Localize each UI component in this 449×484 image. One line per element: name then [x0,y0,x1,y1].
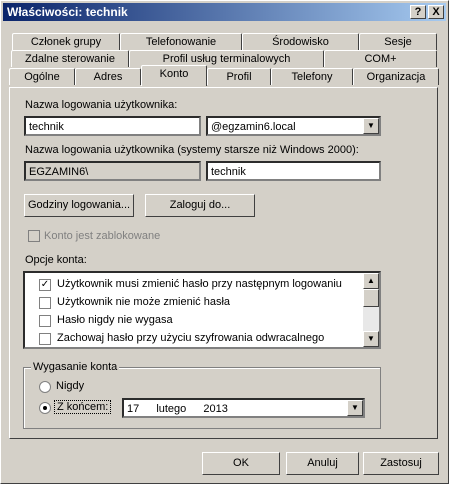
help-button[interactable]: ? [410,5,426,19]
logon-name-label: Nazwa logowania użytkownika: [25,99,178,111]
list-item: Zachowaj hasło przy użyciu szyfrowania o… [57,332,325,344]
options-scrollbar[interactable]: ▲ ▼ [363,273,379,347]
tab-address[interactable]: Adres [75,68,141,85]
option-checkbox-never-expires[interactable] [39,315,51,327]
legacy-domain-field: EGZAMIN6\ [24,161,201,181]
legacy-logon-field[interactable]: technik [206,161,381,181]
scroll-down-icon[interactable]: ▼ [363,331,379,347]
tab-organization[interactable]: Organizacja [353,68,439,85]
list-item: Użytkownik nie może zmienić hasła [57,296,231,308]
expiry-day: 17 [127,403,140,415]
locked-label: Konto jest zablokowane [44,230,161,242]
option-checkbox-must-change[interactable]: ✓ [39,279,51,291]
tab-profile[interactable]: Profil [207,68,271,85]
tab-member-of[interactable]: Członek grupy [12,33,120,50]
apply-button[interactable]: Zastosuj [363,452,439,475]
window-title: Właściwości: technik [7,5,128,19]
never-radio[interactable] [39,381,51,393]
tab-account[interactable]: Konto [141,65,207,86]
expiry-month: lutego [156,403,187,415]
expiry-year: 2013 [203,403,228,415]
tab-com[interactable]: COM+ [324,50,437,67]
properties-window: Właściwości: technik ? X Członek grupy T… [0,0,449,484]
list-item: Hasło nigdy nie wygasa [57,314,173,326]
tab-dial-in[interactable]: Telefonowanie [120,33,242,50]
tab-sessions[interactable]: Sesje [359,33,437,50]
end-of-label: Z końcem: [54,400,112,414]
upn-suffix-select[interactable]: @egzamin6.local ▼ [206,116,381,136]
expiry-date-picker[interactable]: 17 lutego 2013 ▼ [122,398,365,418]
title-bar[interactable]: Właściwości: technik ? X [3,3,446,21]
account-options-label: Opcje konta: [25,254,87,266]
list-item: Użytkownik musi zmienić hasło przy nastę… [57,278,342,290]
option-checkbox-cannot-change[interactable] [39,297,51,309]
calendar-dropdown-icon[interactable]: ▼ [347,400,363,416]
legacy-logon-label: Nazwa logowania użytkownika (systemy sta… [25,144,359,156]
tab-telephones[interactable]: Telefony [271,68,353,85]
account-expires-label: Wygasanie konta [31,361,120,373]
cancel-button[interactable]: Anuluj [286,452,359,475]
never-label: Nigdy [56,380,85,392]
logon-hours-button[interactable]: Godziny logowania... [24,194,134,217]
scroll-up-icon[interactable]: ▲ [363,273,379,289]
upn-suffix-value: @egzamin6.local [211,121,296,133]
tab-general[interactable]: Ogólne [9,68,75,85]
account-options-list[interactable]: ✓ Użytkownik musi zmienić hasło przy nas… [23,271,381,349]
locked-checkbox [28,230,40,242]
log-on-to-button[interactable]: Zaloguj do... [145,194,255,217]
close-button[interactable]: X [428,5,444,19]
tab-environment[interactable]: Środowisko [242,33,359,50]
option-checkbox-reversible-encryption[interactable] [39,333,51,345]
tab-remote-control[interactable]: Zdalne sterowanie [11,50,129,67]
logon-name-field[interactable]: technik [24,116,201,136]
end-of-radio[interactable] [39,402,51,414]
ok-button[interactable]: OK [202,452,280,475]
scroll-thumb[interactable] [363,289,379,307]
chevron-down-icon[interactable]: ▼ [363,118,379,134]
